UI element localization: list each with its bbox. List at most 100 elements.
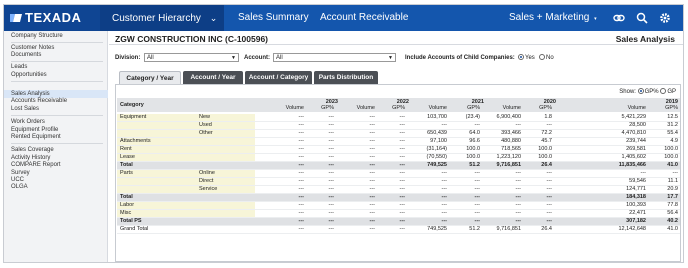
show-gp-percent-radio[interactable]: GP% (637, 88, 659, 95)
sidebar-item-opportunities[interactable]: Opportunities (11, 72, 47, 78)
gp-percent-cell: 100.0 (664, 146, 678, 152)
sidebar-item-compare-report[interactable]: COMPARE Report (11, 162, 61, 168)
nav-account-receivable-label: Account Receivable (320, 12, 409, 23)
gp-percent-cell: --- (546, 170, 553, 176)
search-icon[interactable] (636, 12, 648, 24)
tab-category-year[interactable]: Category / Year (119, 71, 181, 84)
row-category: Total PS (120, 218, 142, 224)
gp-percent-cell: --- (399, 162, 406, 168)
child-no-radio[interactable]: No (539, 54, 554, 61)
brand-logo[interactable]: TEXADA (4, 5, 100, 31)
gp-percent-cell: --- (399, 170, 406, 176)
gp-percent-cell: --- (399, 178, 406, 184)
brand-name: TEXADA (25, 10, 82, 25)
gp-percent-cell: 55.4 (667, 130, 678, 136)
gp-percent-cell: --- (399, 226, 406, 232)
category-column-header: Category (120, 102, 144, 108)
gp-percent-cell: --- (328, 162, 335, 168)
nav-account-receivable[interactable]: Account Receivable (320, 5, 408, 31)
radio-selected-icon (518, 54, 524, 60)
gp-percent-cell: 51.2 (469, 162, 480, 168)
gp-percent-cell: --- (328, 178, 335, 184)
gp-percent-cell: --- (474, 194, 481, 200)
sidebar-item-customer-notes[interactable]: Customer Notes (11, 45, 54, 51)
gp-percent-cell: 1.8 (544, 114, 552, 120)
gp-percent-cell: 96.6 (469, 138, 480, 144)
sidebar-item-documents[interactable]: Documents (11, 52, 41, 58)
gp-percent-cell: 20.9 (667, 186, 678, 192)
gp-percent-cell: --- (474, 218, 481, 224)
gp-percent-cell: --- (328, 186, 335, 192)
gp-percent-cell: 17.7 (667, 194, 678, 200)
sidebar-item-accounts-receivable[interactable]: Accounts Receivable (11, 98, 67, 104)
row-subcategory: New (199, 114, 211, 120)
row-subcategory: Other (199, 130, 213, 136)
gp-percent-cell: 41.0 (667, 226, 678, 232)
sidebar-item-work-orders[interactable]: Work Orders (11, 119, 45, 125)
gp-percent-cell: --- (399, 138, 406, 144)
gp-percent-cell: 45.7 (541, 138, 552, 144)
sidebar-item-lost-sales[interactable]: Lost Sales (11, 106, 39, 112)
sidebar-item-olga[interactable]: OLGA (11, 184, 28, 190)
sidebar-item-survey[interactable]: Survey (11, 170, 30, 176)
account-label: Account: (244, 55, 270, 61)
show-label: Show: (619, 89, 636, 95)
sidebar-item-leads[interactable]: Leads (11, 64, 27, 70)
sidebar-item-equipment-profile[interactable]: Equipment Profile (11, 127, 58, 133)
nav-sales-summary[interactable]: Sales Summary (238, 5, 309, 31)
row-category: Total (120, 162, 133, 168)
nav-sales-summary-label: Sales Summary (238, 12, 309, 23)
module-selector[interactable]: Sales + Marketing ▾ (509, 5, 597, 31)
show-gp-label: GP (667, 89, 676, 95)
sidebar: Company Structure Customer Notes Documen… (4, 31, 108, 262)
gp-percent-header: GP% (539, 105, 552, 111)
gp-percent-cell: --- (474, 170, 481, 176)
tab-account-category[interactable]: Account / Category (245, 71, 312, 84)
child-yes-radio[interactable]: Yes (518, 54, 535, 61)
tab-parts-distribution[interactable]: Parts Distribution (314, 71, 378, 84)
row-category: Grand Total (120, 226, 149, 232)
show-gp-radio[interactable]: GP (660, 88, 676, 95)
sidebar-item-sales-coverage[interactable]: Sales Coverage (11, 147, 54, 153)
gp-percent-cell: --- (399, 122, 406, 128)
gp-percent-cell: 100.0 (466, 154, 480, 160)
gp-percent-cell: --- (328, 122, 335, 128)
gp-percent-cell: 26.4 (541, 226, 552, 232)
gp-percent-cell: 51.2 (469, 226, 480, 232)
tab-account-year[interactable]: Account / Year (183, 71, 243, 84)
sidebar-item-activity-history[interactable]: Activity History (11, 155, 50, 161)
gp-percent-cell: --- (328, 226, 335, 232)
link-icon[interactable] (613, 12, 625, 24)
gp-percent-cell: 56.4 (667, 210, 678, 216)
nav-customer-hierarchy[interactable]: Customer Hierarchy ⌄ (100, 5, 224, 31)
gp-percent-cell: 100.0 (466, 146, 480, 152)
gp-percent-cell: --- (328, 210, 335, 216)
gp-percent-cell: --- (328, 194, 335, 200)
row-subcategory: Service (199, 186, 218, 192)
gp-percent-cell: --- (474, 178, 481, 184)
gear-icon[interactable] (659, 12, 671, 24)
volume-header: Volume (502, 105, 521, 111)
chevron-down-icon: ⌄ (209, 13, 218, 23)
gp-percent-cell: 72.2 (541, 130, 552, 136)
gp-percent-header: GP% (467, 105, 480, 111)
gp-percent-header: GP% (665, 105, 678, 111)
volume-header: Volume (356, 105, 375, 111)
sidebar-item-company-structure[interactable]: Company Structure (11, 33, 63, 39)
radio-icon (539, 54, 545, 60)
gp-percent-cell: --- (474, 202, 481, 208)
division-select[interactable]: All ▼ (144, 53, 239, 62)
row-category: Rent (120, 146, 132, 152)
sidebar-item-rented-equipment[interactable]: Rented Equipment (11, 134, 61, 140)
gp-percent-cell: --- (328, 154, 335, 160)
account-select[interactable]: All ▼ (273, 53, 396, 62)
sidebar-item-sales-analysis[interactable]: Sales Analysis (11, 91, 50, 97)
module-label: Sales + Marketing (509, 12, 590, 23)
radio-icon (660, 88, 667, 94)
gp-percent-cell: --- (328, 218, 335, 224)
gp-percent-cell: 100.0 (538, 154, 552, 160)
chevron-down-icon: ▼ (231, 55, 236, 61)
gp-percent-cell: --- (399, 210, 406, 216)
volume-header: Volume (285, 105, 304, 111)
sidebar-item-ucc[interactable]: UCC (11, 177, 24, 183)
